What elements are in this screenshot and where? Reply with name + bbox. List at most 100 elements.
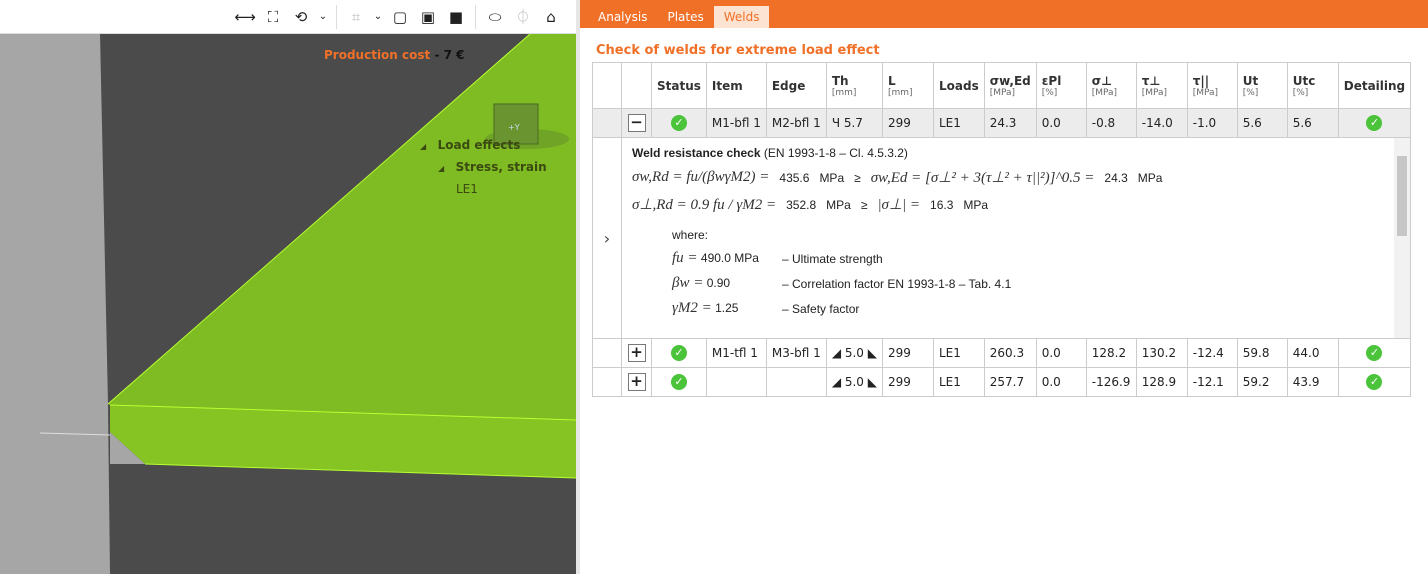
col-header-sigma-w-ed[interactable]: σw,Ed [MPa] xyxy=(983,62,1037,109)
weld-resistance-detail: Weld resistance check (EN 1993-1-8 – Cl.… xyxy=(622,138,1411,338)
unit: MPa xyxy=(826,197,851,212)
col-header-item[interactable]: Item xyxy=(705,62,767,109)
param-value: 1.25 xyxy=(715,301,739,315)
svg-text:+Y: +Y xyxy=(508,123,520,132)
unit: MPa xyxy=(819,170,845,185)
header-label: τ⊥ xyxy=(1141,73,1161,88)
col-header-detailing[interactable]: Detailing xyxy=(1337,62,1412,109)
header-unit: [MPa] xyxy=(1141,87,1168,98)
header-label: σ⊥ xyxy=(1091,73,1113,88)
utc-cell: 43.9 xyxy=(1286,367,1339,397)
row-blank xyxy=(592,108,622,138)
expand-button[interactable]: + xyxy=(627,373,646,391)
tau-perp-cell: -14.0 xyxy=(1135,108,1188,138)
ge-sign: ≥ xyxy=(860,197,868,212)
tau-par-cell: -12.1 xyxy=(1186,367,1238,397)
formula-sigma-perp: |σ⊥| = xyxy=(877,197,921,213)
tab-plates[interactable]: Plates xyxy=(657,6,713,28)
tree-load-effects[interactable]: ◢ Load effects xyxy=(420,138,520,152)
l-cell: 299 xyxy=(881,108,934,138)
detail-scrollbar[interactable] xyxy=(1394,138,1411,338)
sigma-w-ed-cell: 24.3 xyxy=(983,108,1037,138)
tab-welds[interactable]: Welds xyxy=(713,6,770,28)
param-description: – Ultimate strength xyxy=(782,251,883,266)
chevron-down-icon[interactable]: ⌄ xyxy=(373,6,383,28)
welds-table: Status Item Edge Th [mm] L [mm] Loads σw,E… xyxy=(592,62,1412,397)
row-toggle-cell: − xyxy=(621,108,652,138)
solid-cube-icon[interactable]: ■ xyxy=(445,6,467,28)
header-unit: [%] xyxy=(1041,87,1058,98)
tree-stress-strain[interactable]: ◢ Stress, strain xyxy=(438,160,547,174)
cost-value: 7 € xyxy=(443,48,465,62)
check-ok-icon: ✓ xyxy=(670,115,687,131)
expand-button[interactable]: + xyxy=(627,344,646,362)
col-header-eps-pl[interactable]: εPl [%] xyxy=(1035,62,1087,109)
value: 16.3 xyxy=(930,197,954,212)
where-label: where: xyxy=(672,228,709,242)
formula-sigma-w-ed: σw,Ed = [σ⊥² + 3(τ⊥² + τ||²)]^0.5 = xyxy=(870,170,1095,186)
loads-cell: LE1 xyxy=(932,108,985,138)
col-header-tau-par[interactable]: τ|| [MPa] xyxy=(1186,62,1238,109)
loads-cell: LE1 xyxy=(932,367,985,397)
col-header-utc[interactable]: Utc [%] xyxy=(1286,62,1339,109)
sigma-perp-cell: -126.9 xyxy=(1085,367,1137,397)
value: 24.3 xyxy=(1104,170,1128,185)
edge-cell: M2-bfl 1 xyxy=(765,108,827,138)
tau-perp-cell: 128.9 xyxy=(1135,367,1188,397)
col-header-status[interactable]: Status xyxy=(651,62,707,109)
expander-icon[interactable]: › xyxy=(592,137,622,339)
check-ok-icon: ✓ xyxy=(1366,115,1383,131)
home-icon[interactable]: ⌂ xyxy=(540,6,562,28)
header-label: τ|| xyxy=(1192,73,1210,88)
eps-pl-cell: 0.0 xyxy=(1035,338,1087,368)
fit-view-icon[interactable]: ⛶ xyxy=(262,6,284,28)
tree-le1[interactable]: LE1 xyxy=(456,182,478,196)
tau-par-cell: -12.4 xyxy=(1186,338,1238,368)
3d-model-view[interactable]: +Y xyxy=(0,34,576,574)
header-label: εPl xyxy=(1041,73,1062,88)
row-blank xyxy=(592,367,622,397)
scrollbar-thumb[interactable] xyxy=(1397,156,1408,236)
table-row[interactable]: + ✓ M1-tfl 1 M3-bfl 1 ◢ 5.0 ◣ 299 LE1 26… xyxy=(592,338,1412,368)
ruler-icon[interactable]: ⟷ xyxy=(234,6,256,28)
header-label: Th xyxy=(831,73,849,88)
status-cell: ✓ xyxy=(651,367,707,397)
table-row[interactable]: − ✓ M1-bfl 1 M2-bfl 1 Ч 5.7 299 LE1 24.3… xyxy=(592,108,1412,138)
unit: MPa xyxy=(963,197,989,212)
col-header-sigma-perp[interactable]: σ⊥ [MPa] xyxy=(1085,62,1137,109)
col-header-tau-perp[interactable]: τ⊥ [MPa] xyxy=(1135,62,1188,109)
param-description: – Correlation factor EN 1993-1-8 – Tab. … xyxy=(782,276,1012,291)
chevron-down-icon[interactable]: ⌄ xyxy=(318,6,328,28)
param-row: βw = 0.90 – Correlation factor EN 1993-1-… xyxy=(672,275,1400,292)
row-blank xyxy=(592,338,622,368)
tab-analysis[interactable]: Analysis xyxy=(588,6,657,28)
section-icon[interactable]: ⬭ xyxy=(484,6,506,28)
th-cell: ◢ 5.0 ◣ xyxy=(825,367,883,397)
header-unit: [mm] xyxy=(831,87,857,98)
col-header-l[interactable]: L [mm] xyxy=(881,62,934,109)
col-header-toggle xyxy=(621,62,652,109)
cost-separator: - xyxy=(434,48,440,62)
wireframe-cube-icon[interactable]: ▢ xyxy=(389,6,411,28)
mirror-icon[interactable]: ⏀ xyxy=(512,6,534,28)
detail-heading: Weld resistance check xyxy=(632,146,761,160)
header-unit: [MPa] xyxy=(1091,87,1118,98)
param-description: – Safety factor xyxy=(782,301,860,316)
sigma-w-ed-cell: 260.3 xyxy=(983,338,1037,368)
loads-cell: LE1 xyxy=(932,338,985,368)
col-header-ut[interactable]: Ut [%] xyxy=(1236,62,1288,109)
transparent-cube-icon[interactable]: ▣ xyxy=(417,6,439,28)
col-header-edge[interactable]: Edge xyxy=(765,62,827,109)
col-header-th[interactable]: Th [mm] xyxy=(825,62,883,109)
collapse-button[interactable]: − xyxy=(627,114,646,132)
header-unit: [%] xyxy=(1242,87,1259,98)
rotate-icon[interactable]: ⟲ xyxy=(290,6,312,28)
detailing-cell: ✓ xyxy=(1337,338,1412,368)
tau-perp-cell: 130.2 xyxy=(1135,338,1188,368)
col-header-loads[interactable]: Loads xyxy=(932,62,985,109)
header-label: Ut xyxy=(1242,73,1259,88)
crop-icon[interactable]: ⌗ xyxy=(345,6,367,28)
table-row[interactable]: + ✓ ◢ 5.0 ◣ 299 LE1 257.7 0.0 -126.9 128… xyxy=(592,367,1412,397)
sigma-perp-cell: -0.8 xyxy=(1085,108,1137,138)
item-cell xyxy=(705,367,767,397)
